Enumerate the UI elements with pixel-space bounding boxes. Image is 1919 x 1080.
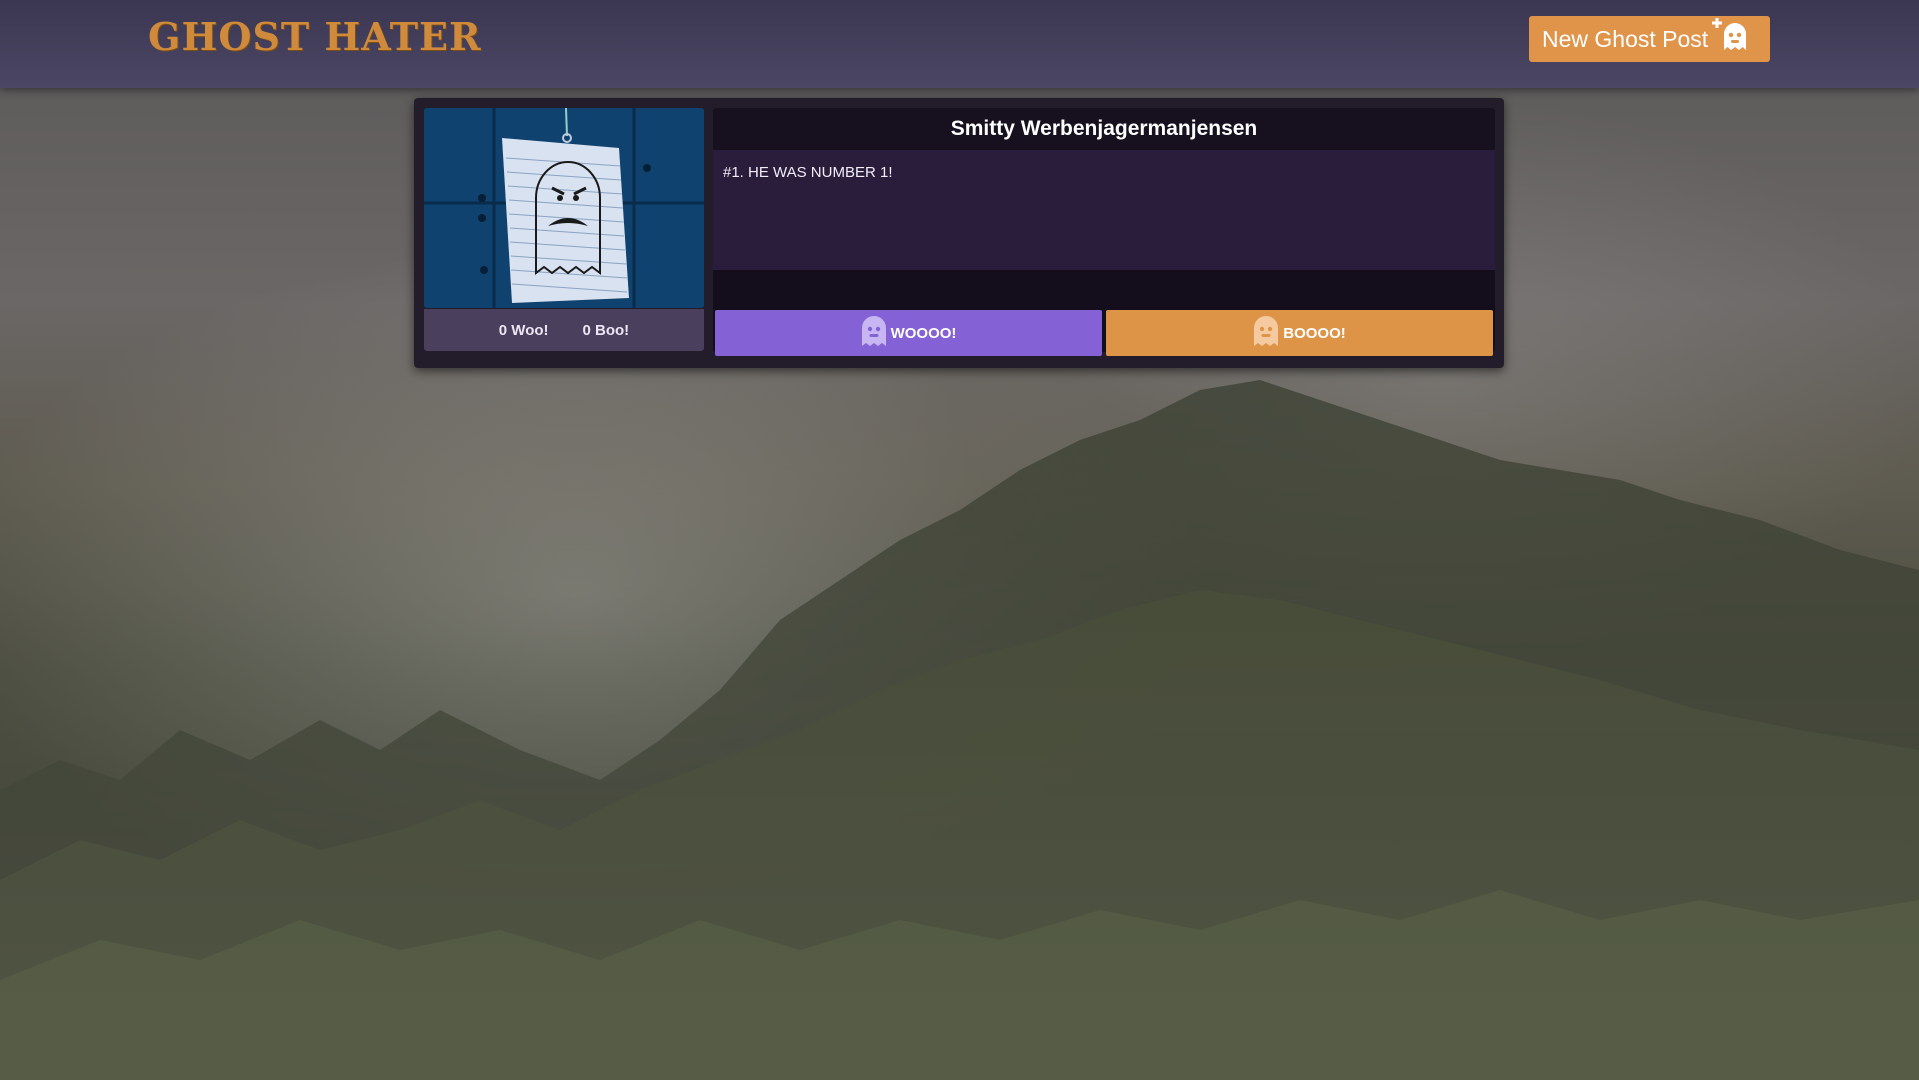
new-ghost-post-button[interactable]: New Ghost Post <box>1529 16 1770 62</box>
ghost-post-card: 0 Woo! 0 Boo! Smitty Werbenjagermanjense… <box>414 98 1504 368</box>
boo-button[interactable]: BOOOO! <box>1106 310 1493 356</box>
woo-button[interactable]: WOOOO! <box>715 310 1102 356</box>
post-content: Smitty Werbenjagermanjensen #1. HE WAS N… <box>713 108 1495 356</box>
boo-count: 0 Boo! <box>582 321 630 339</box>
new-ghost-post-label: New Ghost Post <box>1542 25 1709 52</box>
ghost-icon <box>861 315 887 351</box>
navbar: GHOST HATER New Ghost Post <box>0 0 1919 88</box>
post-thumbnail <box>424 108 704 308</box>
site-logo[interactable]: GHOST HATER <box>148 14 482 59</box>
post-author: Smitty Werbenjagermanjensen <box>713 108 1495 150</box>
ghost-icon <box>1253 315 1279 351</box>
post-stats: 0 Woo! 0 Boo! <box>424 309 704 351</box>
post-body: #1. HE WAS NUMBER 1! <box>713 150 1495 270</box>
forest-background <box>0 360 1919 1080</box>
ghost-plus-icon <box>1712 16 1750 56</box>
boo-button-label: BOOOO! <box>1283 324 1346 342</box>
vote-buttons: WOOOO! BOOOO! <box>715 310 1493 356</box>
woo-button-label: WOOOO! <box>890 324 957 342</box>
woo-count: 0 Woo! <box>498 321 549 339</box>
